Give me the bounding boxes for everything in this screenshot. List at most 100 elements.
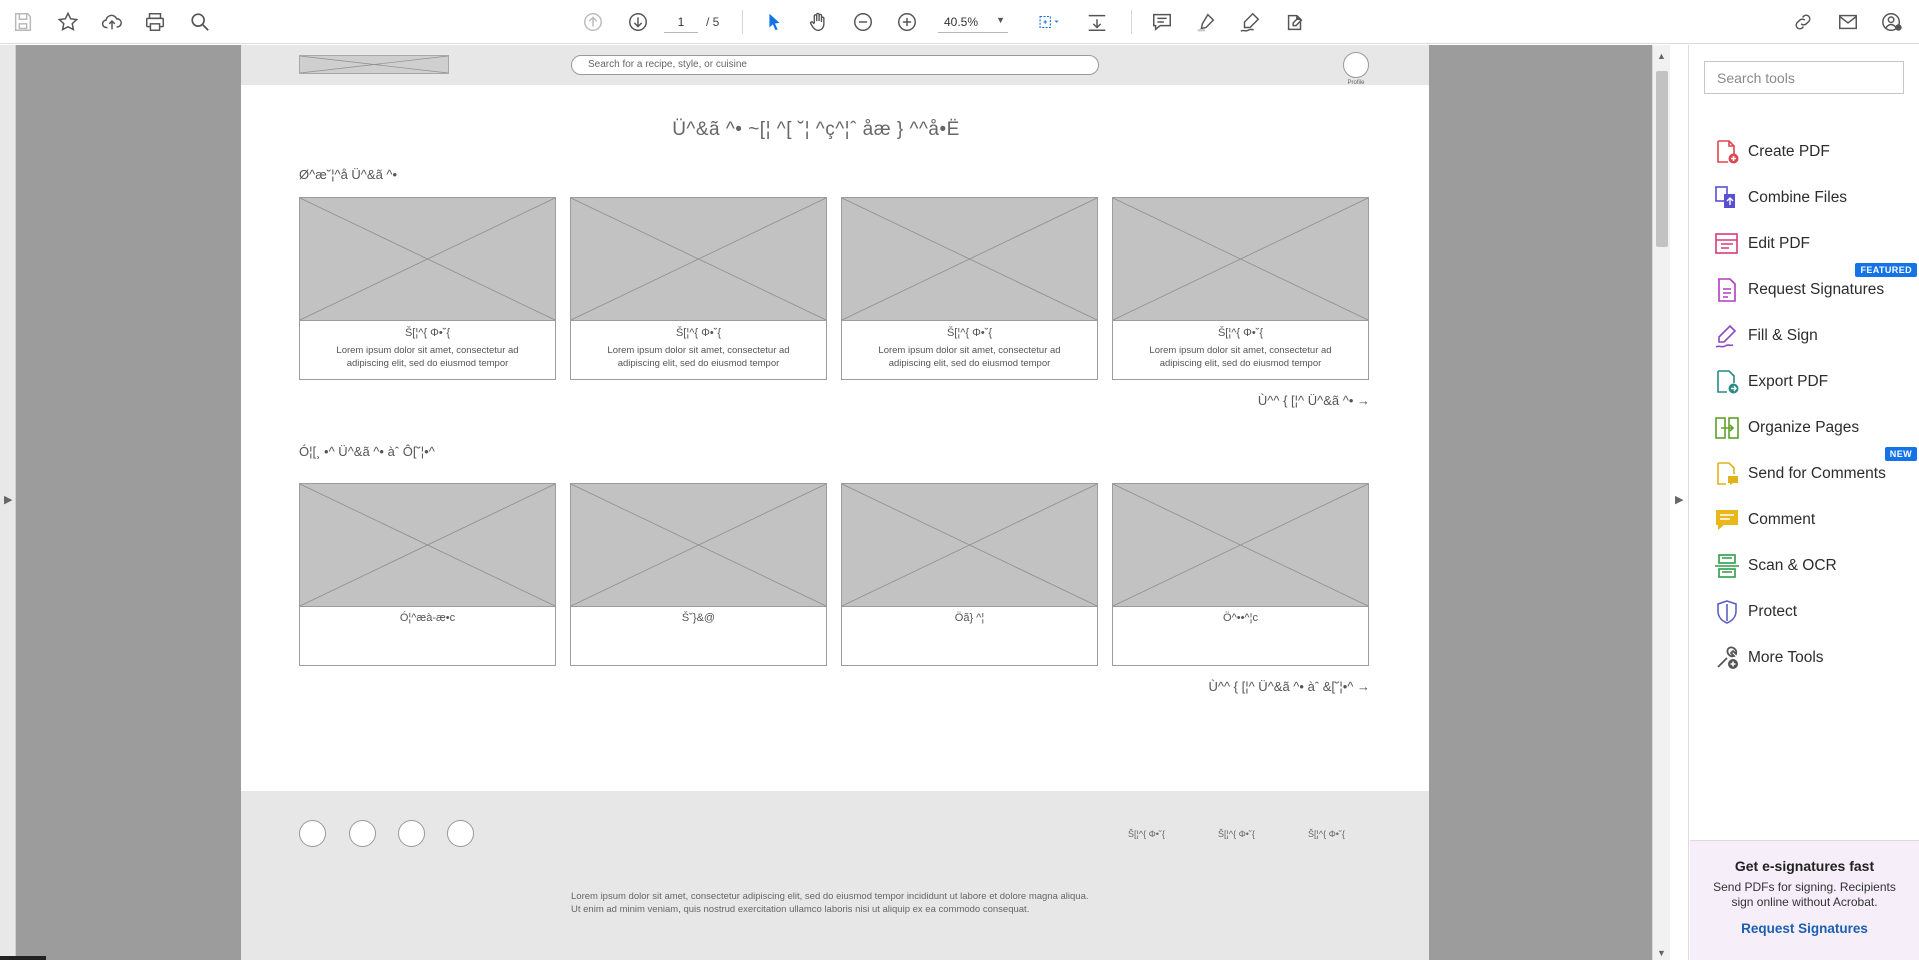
recipe-card: Š[¦^{ Φ•˘{ Lorem ipsum dolor sit amet, c… [841,197,1098,380]
scroll-up-icon[interactable]: ▲ [1657,51,1666,61]
vertical-scrollbar[interactable]: ▲ ▼ [1652,45,1670,960]
fill-sign-icon[interactable] [1278,7,1312,37]
tool-label: More Tools [1748,649,1824,666]
arrow-down-icon[interactable] [623,7,653,37]
scrollbar-thumb[interactable] [1656,71,1668,247]
image-placeholder [1113,198,1368,321]
image-placeholder [300,484,555,607]
recipe-card: Š[¦^{ Φ•˘{ Lorem ipsum dolor sit amet, c… [299,197,556,380]
profile-label: Profile [1347,80,1365,86]
zoom-out-icon[interactable] [848,7,878,37]
tool-label: Organize Pages [1748,419,1860,436]
featured-badge: FEATURED [1855,263,1917,277]
toolbar-divider [742,10,743,34]
tool-request-signatures[interactable]: Request Signatures FEATURED [1690,263,1919,309]
page-number-input[interactable] [664,11,698,33]
social-icon-placeholder [349,820,376,847]
tool-label: Send for Comments [1748,465,1886,482]
tool-label: Export PDF [1748,373,1829,390]
section-title-browse: Ó¦[¸ •^ Ü^&ã ^• àˆ Ô[˘¦•^ [299,444,435,459]
pdf-page: Search for a recipe, style, or cuisine P… [241,45,1429,960]
left-pane-collapsed: ▶ [0,45,16,960]
tool-fill-sign[interactable]: Fill & Sign [1690,315,1919,355]
combine-files-icon [1714,185,1740,211]
tool-combine-files[interactable]: Combine Files [1690,177,1919,217]
cloud-upload-icon[interactable] [97,7,127,37]
bookmark-star-icon[interactable] [53,7,83,37]
more-tools-icon [1714,645,1740,671]
expand-left-pane-icon[interactable]: ▶ [4,493,12,506]
print-icon[interactable] [140,7,170,37]
scan-ocr-icon [1714,553,1740,579]
image-placeholder [571,198,826,321]
scroll-mode-icon[interactable] [1082,7,1112,37]
search-tools-input[interactable] [1704,61,1904,94]
promo-panel: Get e-signatures fast Send PDFs for sign… [1690,840,1919,960]
tool-label: Create PDF [1748,143,1830,160]
tool-scan-ocr[interactable]: Scan & OCR [1690,545,1919,585]
tool-export-pdf[interactable]: Export PDF [1690,361,1919,401]
export-pdf-icon [1714,369,1740,395]
card-title: Š[¦^{ Φ•˘{ [1217,327,1264,339]
create-pdf-icon [1714,139,1740,165]
social-icon-placeholder [299,820,326,847]
image-placeholder [1113,484,1368,607]
email-icon[interactable] [1833,7,1863,37]
request-signatures-link[interactable]: Request Signatures [1690,921,1919,936]
card-description: Lorem ipsum dolor sit amet, consectetur … [1149,345,1332,369]
save-icon[interactable] [8,7,38,37]
promo-title: Get e-signatures fast [1734,858,1875,874]
see-more-by-course-link: Ù^^ { [¦^ Ü^&ã ^• àˆ &[˘¦•^ → [1208,679,1370,694]
wireframe-header: Search for a recipe, style, or cuisine P… [241,45,1429,86]
collapse-tools-pane-icon[interactable]: ▶ [1675,493,1683,506]
course-card: Öã} ^¦ [841,483,1098,666]
request-signatures-icon [1714,277,1740,303]
card-title: Š˘}&@ [681,612,716,624]
tools-pane: Create PDF Combine Files Edit PDF Reques… [1690,45,1919,960]
hand-pan-icon[interactable] [803,7,833,37]
recipe-search-bar: Search for a recipe, style, or cuisine [571,55,1099,75]
highlighter-icon[interactable] [1191,7,1221,37]
page-total: / 5 [706,15,720,29]
tool-send-for-comments[interactable]: Send for Comments NEW [1690,447,1919,493]
tool-label: Combine Files [1748,189,1848,206]
zoom-level-dropdown[interactable]: 40.5% ▼ [938,11,1008,33]
tool-label: Protect [1748,603,1798,620]
sign-pen-icon[interactable] [1235,7,1265,37]
share-link-icon[interactable] [1788,7,1818,37]
image-placeholder [842,484,1097,607]
tool-organize-pages[interactable]: Organize Pages [1690,407,1919,447]
tool-more-tools[interactable]: More Tools [1690,637,1919,677]
tool-create-pdf[interactable]: Create PDF [1690,131,1919,171]
search-zoom-icon[interactable] [185,7,215,37]
recipe-card: Š[¦^{ Φ•˘{ Lorem ipsum dolor sit amet, c… [1112,197,1369,380]
card-title: Ó¦^æà-æ•c [399,612,456,624]
tool-protect[interactable]: Protect [1690,591,1919,631]
tool-label: Scan & OCR [1748,557,1837,574]
card-description: Lorem ipsum dolor sit amet, consectetur … [878,345,1061,369]
wireframe-footer: Š[¦^{ Φ•˘{ Š[¦^{ Φ•˘{ Š[¦^{ Φ•˘{ Lorem i… [241,791,1429,960]
select-cursor-icon[interactable] [759,7,789,37]
card-title: Ö^••^¦c [1223,612,1258,624]
tool-comment[interactable]: Comment [1690,499,1919,539]
recipe-card: Š[¦^{ Φ•˘{ Lorem ipsum dolor sit amet, c… [570,197,827,380]
scroll-down-icon[interactable]: ▼ [1657,948,1666,958]
recipe-search-placeholder: Search for a recipe, style, or cuisine [588,59,747,70]
taskbar-edge [0,956,46,960]
account-icon[interactable] [1877,7,1907,37]
arrow-up-icon[interactable] [578,7,608,37]
marquee-zoom-icon[interactable] [1030,7,1068,37]
tool-label: Edit PDF [1748,235,1811,252]
send-for-comments-icon [1714,461,1740,487]
card-description: Lorem ipsum dolor sit amet, consectetur … [336,345,519,369]
fill-sign-icon [1714,323,1740,349]
tool-edit-pdf[interactable]: Edit PDF [1690,223,1919,263]
page-title: Ü^&ã ^• ~[¦ ^[ ˘¦ ^ç^¦ˆ åæ } ^^å•Ë [672,119,960,140]
zoom-in-icon[interactable] [892,7,922,37]
image-placeholder [300,198,555,321]
comment-icon[interactable] [1147,7,1177,37]
card-title: Š[¦^{ Φ•˘{ [675,327,722,339]
card-title: Š[¦^{ Φ•˘{ [404,327,451,339]
zoom-level-value: 40.5% [944,15,979,29]
tool-label: Fill & Sign [1748,327,1818,344]
